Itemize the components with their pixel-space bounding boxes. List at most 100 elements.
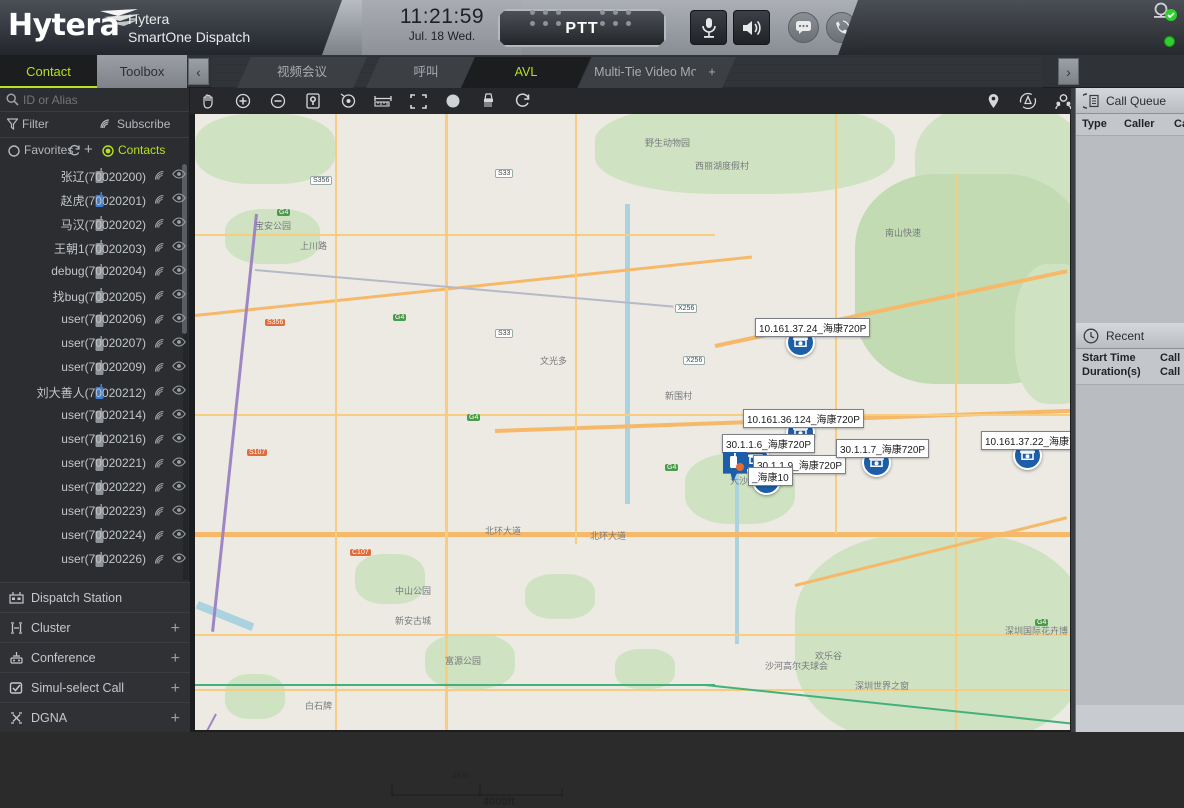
collapse-left-panel-button[interactable]: ‹ bbox=[188, 58, 209, 85]
pin-icon[interactable] bbox=[983, 91, 1003, 111]
visibility-eye-icon[interactable] bbox=[172, 168, 186, 182]
contact-row[interactable]: user(70020209) bbox=[0, 356, 190, 380]
pan-hand-icon[interactable] bbox=[198, 91, 218, 111]
camera-marker-label[interactable]: _海康10 bbox=[748, 467, 793, 486]
contact-row[interactable]: 找bug(70020205) bbox=[0, 284, 190, 308]
favorites-label[interactable]: Favorites bbox=[24, 143, 73, 157]
tab-toolbox[interactable]: Toolbox bbox=[97, 55, 187, 88]
camera-marker-label[interactable]: 10.161.37.24_海康720P bbox=[755, 318, 871, 337]
contacts-label[interactable]: Contacts bbox=[118, 143, 165, 157]
visibility-eye-icon[interactable] bbox=[172, 216, 186, 230]
visibility-eye-icon[interactable] bbox=[172, 360, 186, 374]
marker-icon[interactable] bbox=[303, 91, 323, 111]
contact-row[interactable]: user(70020222) bbox=[0, 476, 190, 500]
subscribe-icon[interactable] bbox=[154, 362, 166, 376]
subscribe-icon[interactable] bbox=[154, 506, 166, 520]
contact-row[interactable]: user(70020221) bbox=[0, 452, 190, 476]
subscribe-label[interactable]: Subscribe bbox=[117, 117, 170, 131]
account-status-icon[interactable] bbox=[1152, 2, 1178, 24]
subscribe-icon[interactable] bbox=[154, 314, 166, 328]
camera-marker-label[interactable]: 10.161.36.124_海康720P bbox=[743, 409, 864, 428]
contacts-list[interactable]: 张辽(70020200) 赵虎(70020201) 马汉(70020202) 王朝1(… bbox=[0, 164, 190, 580]
visibility-eye-icon[interactable] bbox=[172, 504, 186, 518]
add-contact-icon[interactable]: + bbox=[84, 141, 93, 158]
measure-icon[interactable] bbox=[373, 91, 393, 111]
sidebar-item-cluster[interactable]: Cluster + bbox=[0, 612, 190, 642]
visibility-eye-icon[interactable] bbox=[172, 432, 186, 446]
contact-row[interactable]: user(70020226) bbox=[0, 548, 190, 572]
subscribe-icon[interactable] bbox=[154, 170, 166, 184]
tab-contact[interactable]: Contact bbox=[0, 55, 97, 88]
visibility-eye-icon[interactable] bbox=[172, 264, 186, 278]
visibility-eye-icon[interactable] bbox=[172, 552, 186, 566]
expand-icon[interactable]: + bbox=[171, 650, 180, 668]
contact-row[interactable]: 刘大善人(70020212) bbox=[0, 380, 190, 404]
subscribe-icon[interactable] bbox=[154, 482, 166, 496]
column-duration[interactable]: Duration(s) bbox=[1082, 366, 1141, 378]
contact-row[interactable]: debug(70020204) bbox=[0, 260, 190, 284]
expand-icon[interactable]: + bbox=[171, 710, 180, 728]
subscribe-icon[interactable] bbox=[154, 218, 166, 232]
sidebar-item-simul-select-call[interactable]: Simul-select Call + bbox=[0, 672, 190, 702]
visibility-eye-icon[interactable] bbox=[172, 288, 186, 302]
column-start-time[interactable]: Start Time bbox=[1082, 352, 1136, 364]
collapse-right-panel-button[interactable]: › bbox=[1058, 58, 1079, 85]
sidebar-item-dgna[interactable]: DGNA + bbox=[0, 702, 190, 732]
search-input[interactable] bbox=[23, 91, 173, 109]
call-queue-body[interactable] bbox=[1076, 136, 1184, 323]
geofence-icon[interactable] bbox=[1018, 91, 1038, 111]
speaker-button[interactable] bbox=[733, 10, 770, 45]
column-call-1[interactable]: Call bbox=[1160, 352, 1180, 364]
subscribe-icon[interactable] bbox=[154, 386, 166, 400]
sidebar-item-conference[interactable]: Conference + bbox=[0, 642, 190, 672]
subscribe-icon[interactable] bbox=[154, 410, 166, 424]
contact-row[interactable]: user(70020223) bbox=[0, 500, 190, 524]
subscribe-icon[interactable] bbox=[154, 434, 166, 448]
refresh-icon[interactable] bbox=[513, 91, 533, 111]
camera-marker-label[interactable]: 10.161.37.22_海康720P bbox=[981, 431, 1070, 450]
favorites-radio-icon[interactable] bbox=[8, 145, 20, 157]
recent-body[interactable] bbox=[1076, 385, 1184, 705]
visibility-eye-icon[interactable] bbox=[172, 312, 186, 326]
refresh-icon[interactable] bbox=[68, 144, 81, 157]
group-settings-icon[interactable] bbox=[1053, 91, 1073, 111]
visibility-eye-icon[interactable] bbox=[172, 528, 186, 542]
circle-select-icon[interactable] bbox=[443, 91, 463, 111]
tab-avl[interactable]: AVL bbox=[461, 57, 591, 88]
contact-row[interactable]: 王朝1(70020203) bbox=[0, 236, 190, 260]
microphone-button[interactable] bbox=[690, 10, 727, 45]
visibility-eye-icon[interactable] bbox=[172, 336, 186, 350]
subscribe-icon[interactable] bbox=[154, 290, 166, 304]
zoom-in-icon[interactable] bbox=[233, 91, 253, 111]
column-type[interactable]: Type bbox=[1082, 118, 1107, 130]
contact-row[interactable]: 赵虎(70020201) bbox=[0, 188, 190, 212]
map-canvas[interactable]: 宝安公园上川路野生动物园西丽湖度假村南山快速文光多新围村大沙河公园北环大道北环大… bbox=[195, 114, 1070, 730]
visibility-eye-icon[interactable] bbox=[172, 384, 186, 398]
subscribe-icon[interactable] bbox=[154, 530, 166, 544]
subscribe-icon[interactable] bbox=[154, 194, 166, 208]
subscribe-icon[interactable] bbox=[154, 458, 166, 472]
rectangle-select-icon[interactable] bbox=[408, 91, 428, 111]
column-callee[interactable]: Ca bbox=[1174, 118, 1184, 130]
visibility-eye-icon[interactable] bbox=[172, 408, 186, 422]
sidebar-item-dispatch-station[interactable]: Dispatch Station bbox=[0, 582, 190, 612]
tab-video-conference[interactable]: 视频会议 bbox=[237, 57, 367, 88]
subscribe-icon[interactable] bbox=[154, 266, 166, 280]
visibility-eye-icon[interactable] bbox=[172, 240, 186, 254]
clear-icon[interactable] bbox=[478, 91, 498, 111]
contact-row[interactable]: user(70020216) bbox=[0, 428, 190, 452]
subscribe-icon[interactable] bbox=[154, 338, 166, 352]
locate-icon[interactable] bbox=[338, 91, 358, 111]
camera-marker-label[interactable]: 30.1.1.7_海康720P bbox=[836, 439, 930, 458]
contact-row[interactable]: 张辽(70020200) bbox=[0, 164, 190, 188]
contact-row[interactable]: user(70020207) bbox=[0, 332, 190, 356]
visibility-eye-icon[interactable] bbox=[172, 456, 186, 470]
message-button[interactable] bbox=[788, 12, 819, 43]
contacts-radio-icon[interactable] bbox=[102, 145, 114, 157]
visibility-eye-icon[interactable] bbox=[172, 480, 186, 494]
visibility-eye-icon[interactable] bbox=[172, 192, 186, 206]
contact-row[interactable]: user(70020224) bbox=[0, 524, 190, 548]
expand-icon[interactable]: + bbox=[171, 680, 180, 698]
filter-label[interactable]: Filter bbox=[22, 117, 49, 131]
contact-row[interactable]: user(70020214) bbox=[0, 404, 190, 428]
